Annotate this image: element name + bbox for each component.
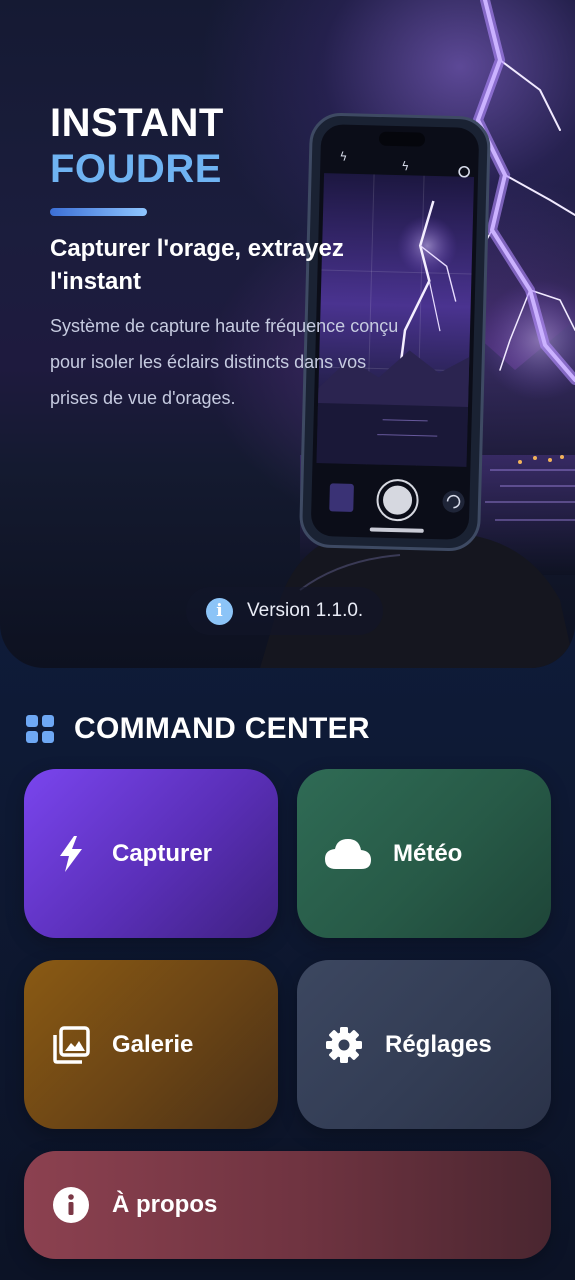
gear-icon bbox=[325, 1026, 363, 1064]
about-label: À propos bbox=[112, 1191, 218, 1218]
gallery-label: Galerie bbox=[112, 1030, 194, 1058]
capture-button[interactable]: Capturer bbox=[24, 769, 278, 938]
settings-label: Réglages bbox=[385, 1030, 492, 1058]
bolt-icon bbox=[52, 835, 90, 873]
hero-banner: ϟ ϟ INSTANT FOUDRE Capturer l'orage, ext… bbox=[0, 0, 575, 668]
weather-button[interactable]: Météo bbox=[297, 769, 551, 938]
cloud-icon bbox=[325, 835, 371, 873]
hero-tagline: Capturer l'orage, extrayez l'instant bbox=[50, 235, 344, 295]
home-screen: ϟ ϟ INSTANT FOUDRE Capturer l'orage, ext… bbox=[0, 0, 575, 1280]
settings-button[interactable]: Réglages bbox=[297, 960, 551, 1129]
version-badge: i Version 1.1.0. bbox=[186, 587, 384, 635]
app-title-line1: INSTANT bbox=[50, 101, 224, 145]
gallery-button[interactable]: Galerie bbox=[24, 960, 278, 1129]
info-icon bbox=[52, 1186, 90, 1224]
hero-description: Système de capture haute fréquence conçu… bbox=[50, 316, 399, 408]
gallery-icon bbox=[52, 1025, 90, 1064]
section-title: COMMAND CENTER bbox=[74, 712, 370, 745]
capture-label: Capturer bbox=[112, 839, 213, 867]
hero-text-block: INSTANT FOUDRE Capturer l'orage, extraye… bbox=[50, 100, 410, 416]
command-center-header: COMMAND CENTER bbox=[26, 708, 370, 750]
grid-icon bbox=[26, 715, 54, 743]
weather-label: Météo bbox=[393, 839, 463, 867]
info-icon: i bbox=[206, 597, 233, 625]
app-title-line2: FOUDRE bbox=[50, 147, 222, 191]
about-button[interactable]: À propos bbox=[24, 1151, 551, 1259]
title-underline bbox=[50, 208, 147, 216]
version-label: Version 1.1.0. bbox=[247, 600, 364, 621]
